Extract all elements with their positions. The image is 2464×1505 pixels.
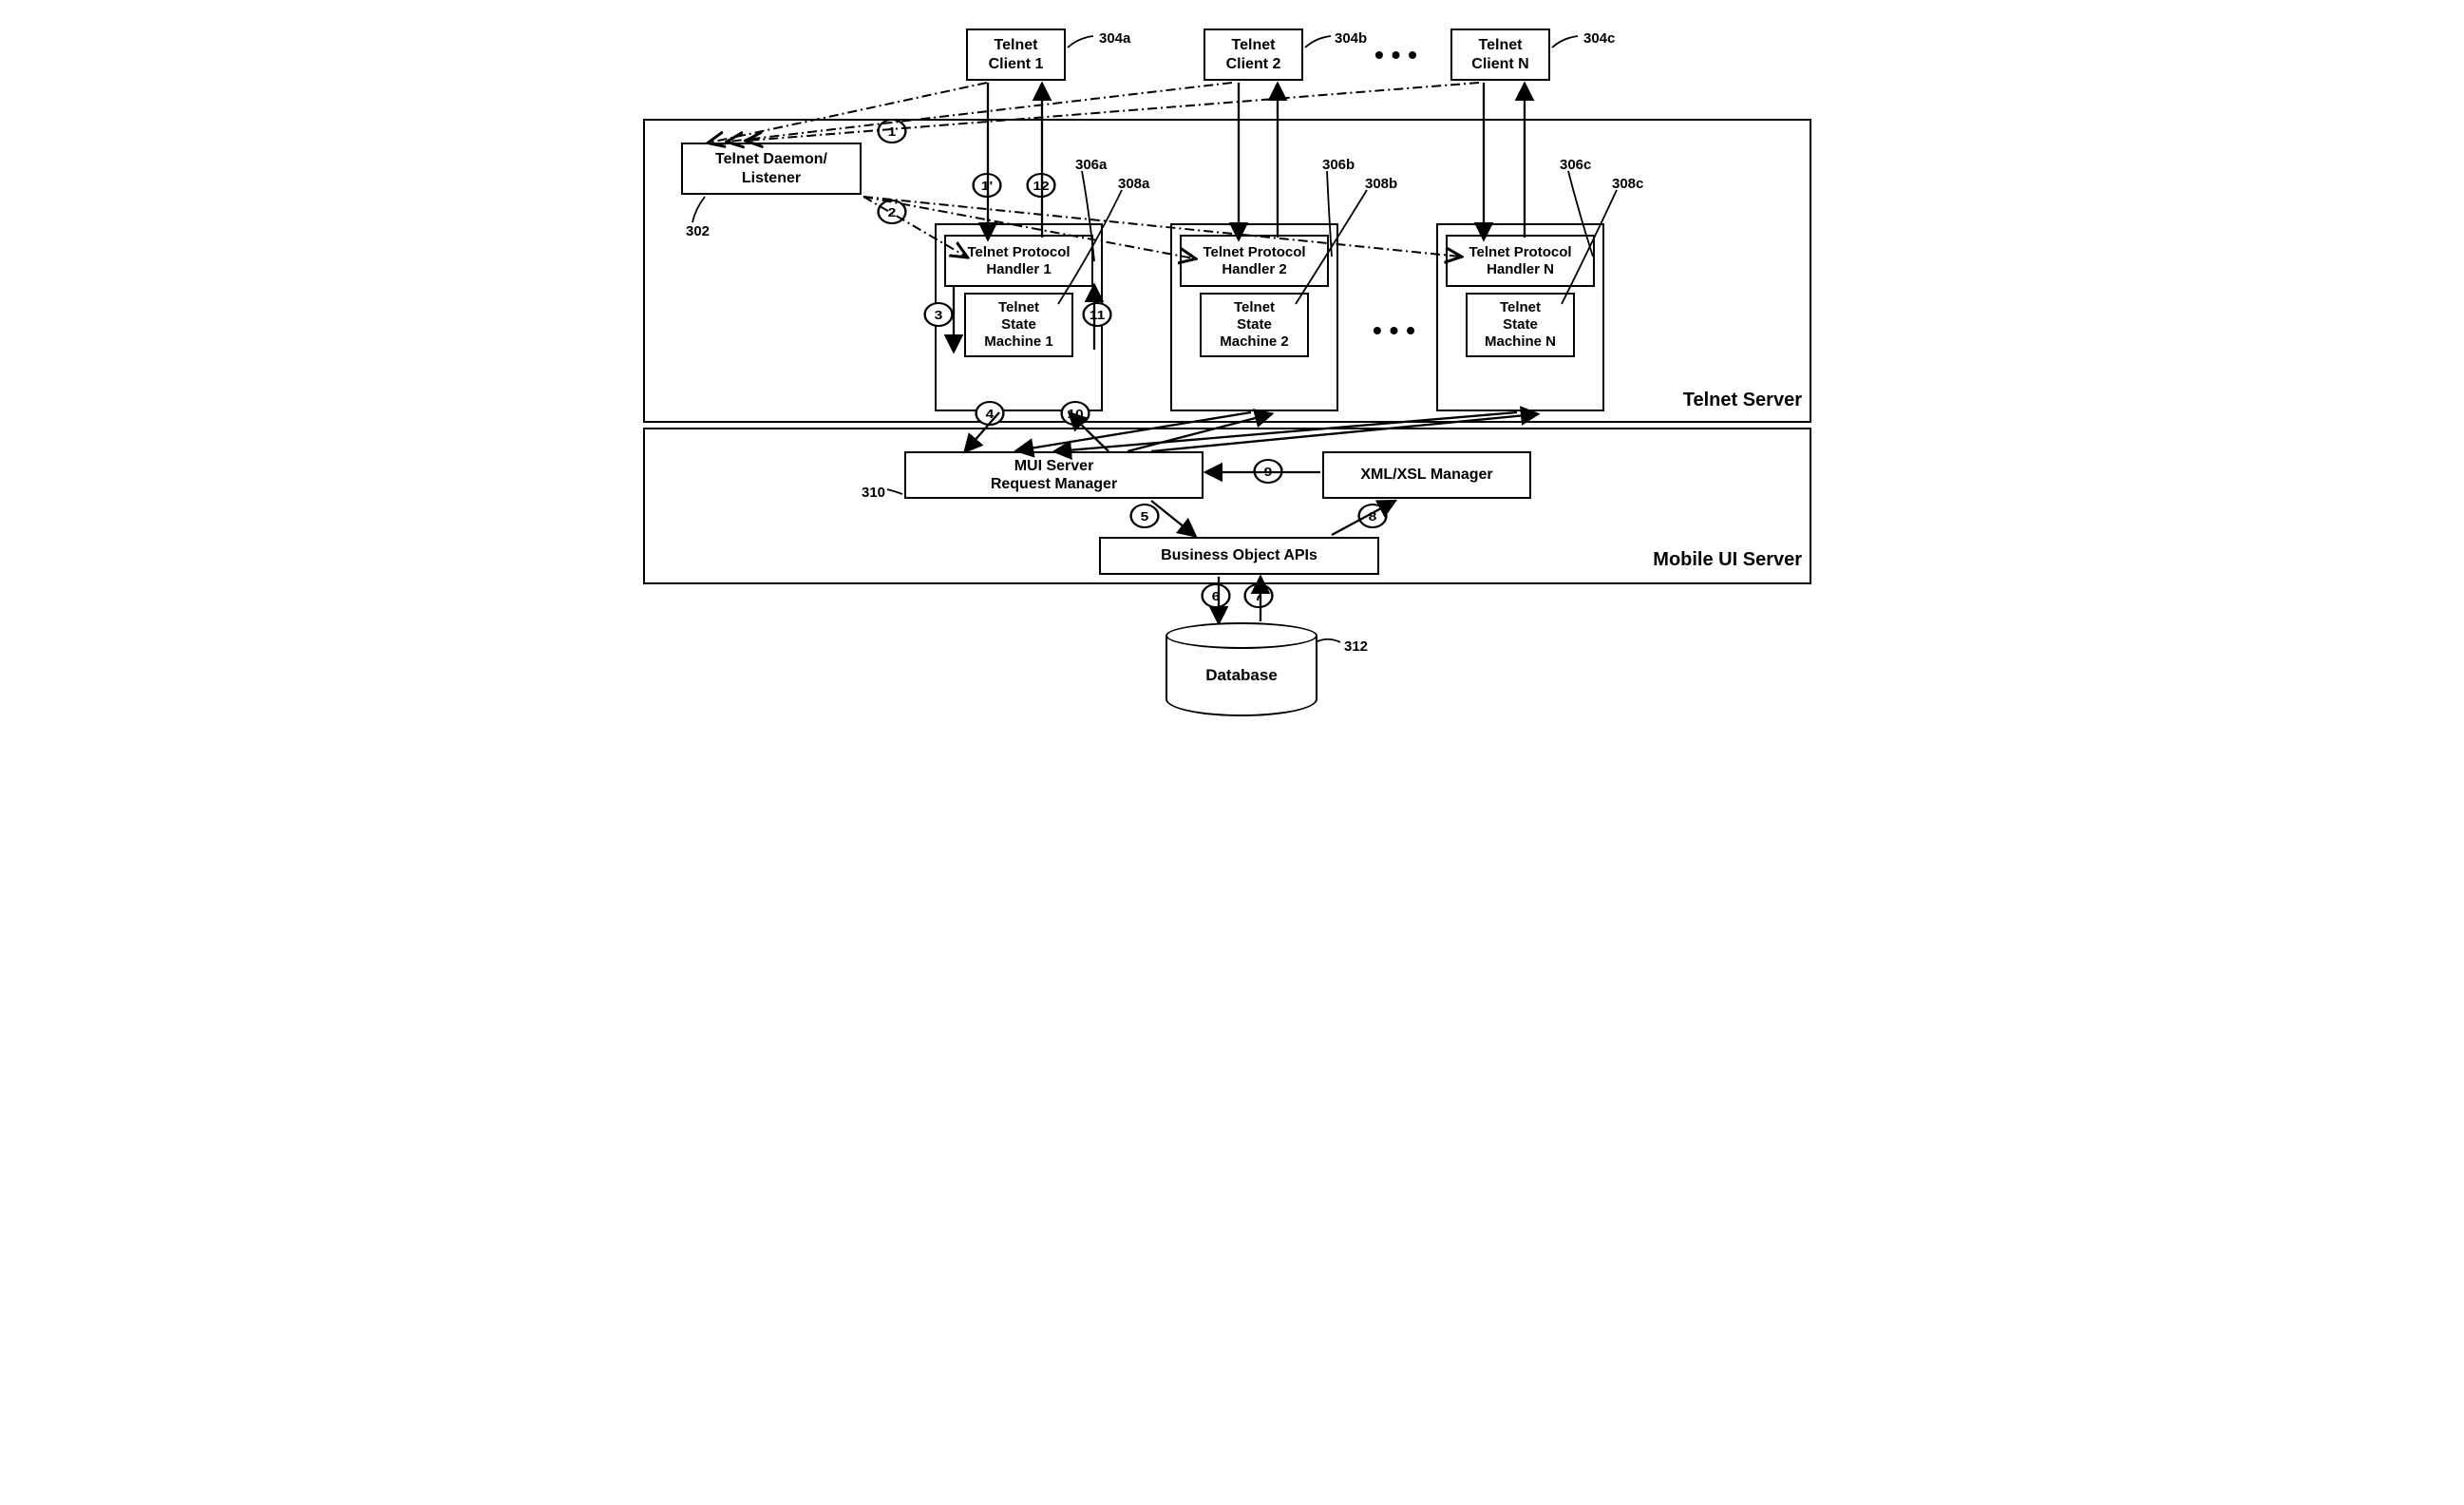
protocol-handler-n: Telnet Protocol Handler N	[1446, 235, 1595, 287]
step-4: 4	[975, 401, 1004, 426]
step-6: 6	[1201, 583, 1230, 608]
mui-request-manager: MUI Server Request Manager	[904, 451, 1204, 499]
step-7: 7	[1243, 583, 1273, 608]
telnet-daemon: Telnet Daemon/ Listener	[681, 143, 862, 195]
step-1p: 1'	[972, 173, 1001, 198]
step-11: 11	[1082, 302, 1111, 327]
business-object-apis: Business Object APIs	[1099, 537, 1379, 575]
telnet-server-label: Telnet Server	[1683, 390, 1802, 411]
step-9: 9	[1253, 459, 1282, 484]
ref-304a: 304a	[1099, 30, 1130, 47]
state-machine-1: Telnet State Machine 1	[964, 293, 1073, 357]
ref-306b: 306b	[1322, 157, 1355, 173]
ref-308a: 308a	[1118, 176, 1149, 192]
telnet-architecture-diagram: Telnet Client 1 304a Telnet Client 2 304…	[624, 19, 1840, 760]
ref-308b: 308b	[1365, 176, 1397, 192]
protocol-handler-1: Telnet Protocol Handler 1	[944, 235, 1093, 287]
step-12: 12	[1026, 173, 1055, 198]
state-machine-2: Telnet State Machine 2	[1200, 293, 1309, 357]
ref-306a: 306a	[1075, 157, 1107, 173]
step-5: 5	[1129, 504, 1159, 528]
handler-group-1: Telnet Protocol Handler 1 Telnet State M…	[935, 223, 1103, 411]
mobile-ui-server-label: Mobile UI Server	[1653, 549, 1802, 571]
handlers-ellipsis: • • •	[1373, 315, 1415, 346]
telnet-client-2: Telnet Client 2	[1204, 29, 1303, 81]
step-10: 10	[1060, 401, 1090, 426]
handler-group-n: Telnet Protocol Handler N Telnet State M…	[1436, 223, 1604, 411]
protocol-handler-2: Telnet Protocol Handler 2	[1180, 235, 1329, 287]
ref-312: 312	[1344, 638, 1368, 655]
ref-306c: 306c	[1560, 157, 1591, 173]
step-8: 8	[1357, 504, 1387, 528]
ref-308c: 308c	[1612, 176, 1643, 192]
ref-310: 310	[862, 485, 885, 501]
clients-ellipsis: • • •	[1374, 40, 1417, 70]
xml-xsl-manager: XML/XSL Manager	[1322, 451, 1531, 499]
ref-304b: 304b	[1335, 30, 1367, 47]
ref-302: 302	[686, 223, 710, 239]
handler-group-2: Telnet Protocol Handler 2 Telnet State M…	[1170, 223, 1338, 411]
ref-304c: 304c	[1583, 30, 1615, 47]
step-2: 2	[877, 200, 906, 224]
state-machine-n: Telnet State Machine N	[1466, 293, 1575, 357]
step-3: 3	[923, 302, 953, 327]
step-1: 1	[877, 119, 906, 143]
telnet-client-1: Telnet Client 1	[966, 29, 1066, 81]
telnet-client-n: Telnet Client N	[1450, 29, 1550, 81]
